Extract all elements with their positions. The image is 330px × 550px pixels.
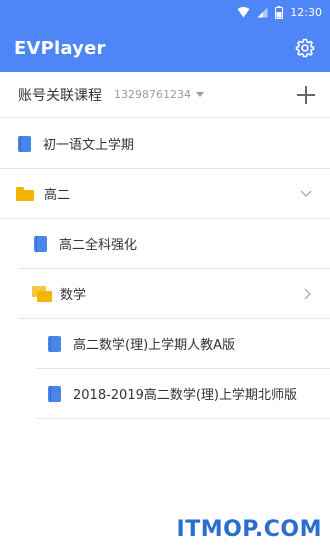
settings-button[interactable] [294, 37, 316, 59]
list-item[interactable]: 初一语文上学期 [0, 119, 330, 169]
signal-icon [257, 7, 268, 17]
folder-row[interactable]: 高二 [0, 169, 330, 219]
wifi-icon [237, 6, 250, 17]
list-item[interactable]: 高二数学(理)上学期人教A版 [36, 319, 330, 369]
list-item[interactable]: 2018-2019高二数学(理)上学期北师版 [36, 369, 330, 419]
status-time: 12:30 [290, 5, 322, 19]
folder-icon [32, 285, 52, 302]
app-bar: EVPlayer [0, 24, 330, 72]
list-item-label: 2018-2019高二数学(理)上学期北师版 [73, 388, 298, 403]
account-row: 账号关联课程 13298761234 [0, 72, 330, 118]
book-icon [48, 385, 61, 402]
app-title: EVPlayer [14, 37, 106, 59]
battery-icon [275, 5, 284, 19]
chevron-down-icon[interactable] [300, 189, 312, 198]
account-number[interactable]: 13298761234 [114, 88, 191, 101]
course-tree: 初一语文上学期 高二 高二全科强化 数学 高二数学(理)上学期人教A版 2018… [0, 119, 330, 419]
list-item-label: 高二全科强化 [59, 238, 138, 253]
book-icon [18, 135, 31, 152]
folder-icon [16, 186, 34, 201]
folder-label: 数学 [60, 288, 87, 303]
add-course-button[interactable] [296, 85, 316, 105]
folder-row[interactable]: 数学 [18, 269, 330, 319]
chevron-right-icon[interactable] [304, 287, 312, 300]
dropdown-caret-icon[interactable] [195, 92, 204, 97]
gear-icon [295, 38, 315, 58]
folder-label: 高二 [44, 188, 71, 203]
watermark: ITMOP.COM [176, 517, 322, 542]
list-item-label: 高二数学(理)上学期人教A版 [73, 338, 236, 353]
list-item[interactable]: 高二全科强化 [18, 219, 330, 269]
book-icon [34, 235, 47, 252]
list-item-label: 初一语文上学期 [43, 138, 135, 153]
book-icon [48, 335, 61, 352]
account-label: 账号关联课程 [18, 87, 102, 104]
status-bar: 12:30 [0, 0, 330, 24]
